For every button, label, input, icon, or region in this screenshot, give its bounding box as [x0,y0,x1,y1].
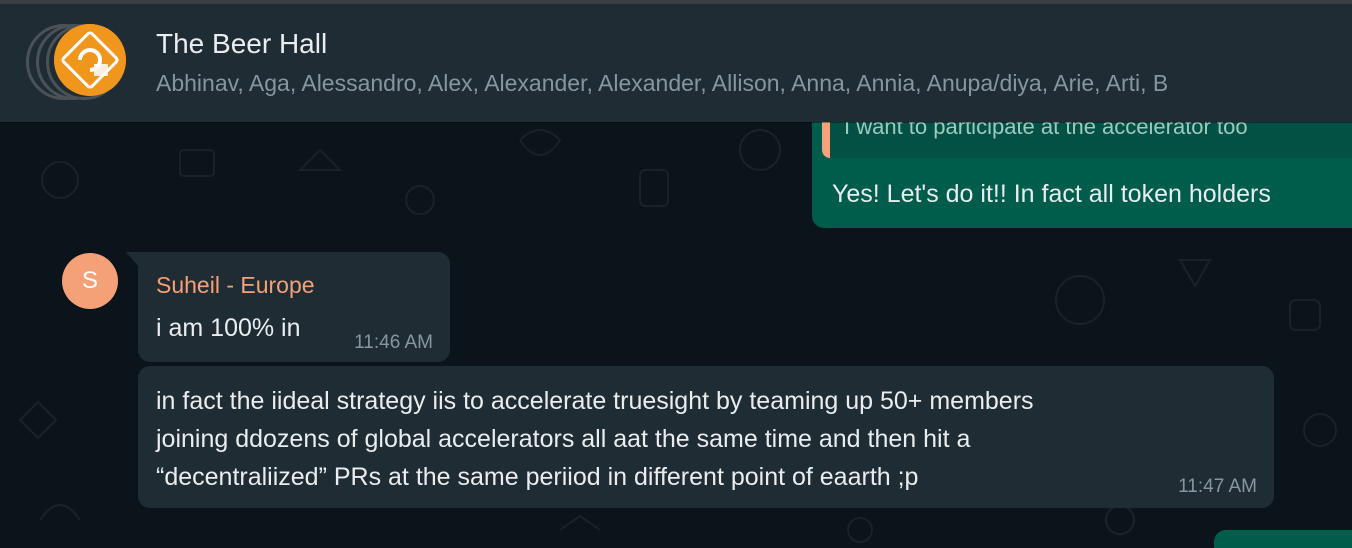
chat-window: The Beer Hall Abhinav, Aga, Alessandro, … [0,0,1352,548]
message-timestamp: 11:46 AM [354,332,433,353]
incoming-message[interactable]: Suheil - Europe i am 100% in 11:46 AM [126,252,450,362]
message-text: in fact the iideal strategy iis to accel… [156,382,1034,496]
group-title[interactable]: The Beer Hall [156,28,327,60]
message-line: in fact the iideal strategy iis to accel… [156,387,1034,415]
group-logo-icon [54,24,126,96]
window-top-border [0,0,1352,4]
outgoing-message-partial[interactable] [1214,530,1352,548]
group-members-list: Abhinav, Aga, Alessandro, Alex, Alexande… [156,70,1169,96]
chat-header[interactable]: The Beer Hall Abhinav, Aga, Alessandro, … [0,4,1352,122]
outgoing-message-text: Yes! Let's do it!! In fact all token hol… [832,180,1271,208]
incoming-message[interactable]: in fact the iideal strategy iis to accel… [138,366,1274,508]
message-line: “decentraliized” PRs at the same periiod… [156,463,919,491]
sender-name[interactable]: Suheil - Europe [156,272,315,299]
bubble-tail [126,252,138,266]
sender-avatar[interactable]: S [62,253,118,309]
group-avatar-stack[interactable] [26,22,130,102]
message-line: joining ddozens of global accelerators a… [156,425,971,453]
message-timestamp: 11:47 AM [1178,476,1257,497]
message-text: i am 100% in [156,314,301,342]
